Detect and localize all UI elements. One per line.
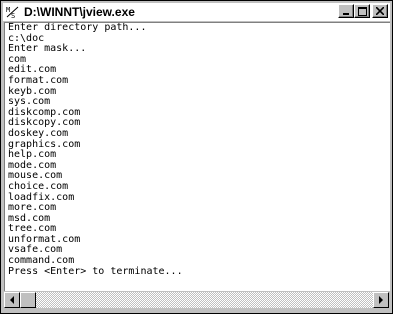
console-line: msd.com [8,212,51,224]
scroll-left-button[interactable] [4,292,20,308]
console-line: Enter directory path... [8,22,147,33]
scroll-track[interactable] [36,292,373,308]
console-line: mode.com [8,159,57,171]
console-line: format.com [8,74,69,86]
scroll-right-button[interactable] [373,292,389,308]
console-line: help.com [8,149,57,161]
minimize-icon [343,13,349,15]
console-lines: Enter directory path... c:\doc Enter mask.… [5,23,390,277]
horizontal-scrollbar[interactable] [4,292,389,308]
arrow-left-icon [10,296,14,304]
console-line: more.com [8,202,57,214]
console-line: keyb.com [8,85,57,97]
console-line: loadfix.com [8,191,75,203]
close-button[interactable] [372,4,388,18]
console-line: doskey.com [8,127,69,139]
console-line: graphics.com [8,138,81,150]
window-title: D:\WINNT\jview.exe [24,5,135,19]
console-line: com [8,53,27,65]
app-icon[interactable]: M S [6,5,20,19]
title-bar[interactable]: M S D:\WINNT\jview.exe [3,3,390,21]
close-icon [376,7,384,15]
console-window: M S D:\WINNT\jview.exe Enter directory p… [0,0,393,314]
svg-text:M: M [6,6,10,14]
console-line: Press <Enter> to terminate... [8,265,183,277]
maximize-icon [357,6,367,16]
scroll-thumb[interactable] [20,292,36,308]
console-line: choice.com [8,180,69,192]
console-line: unformat.com [8,233,81,245]
console-output[interactable]: Enter directory path... c:\doc Enter mask.… [4,22,390,291]
minimize-button[interactable] [338,4,354,18]
window-controls [338,4,388,18]
console-line: Enter mask... [8,43,87,55]
arrow-right-icon [379,296,383,304]
maximize-button[interactable] [354,4,370,18]
